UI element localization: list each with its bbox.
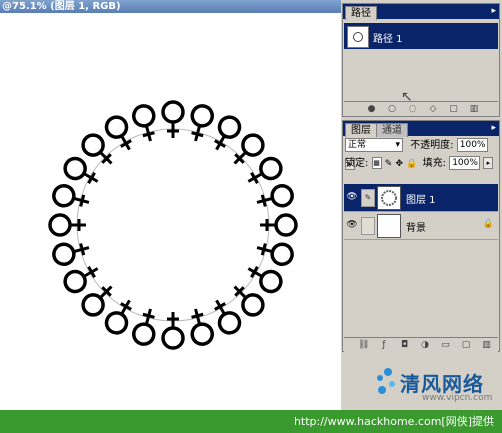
tab-channels[interactable]: 通道	[376, 123, 408, 137]
lock-move-icon[interactable]: ✥	[395, 159, 403, 169]
fill-path-icon[interactable]: ●	[366, 104, 377, 114]
eye-icon[interactable]: 👁	[346, 191, 358, 203]
layers-tabbar: 图层 通道 ▸	[343, 121, 499, 137]
female-symbol	[260, 213, 298, 237]
load-selection-icon[interactable]: ◌	[407, 104, 418, 114]
paths-footer: ● ○ ◌ ◇ ▢ ▥	[344, 101, 498, 116]
delete-path-icon[interactable]: ▥	[469, 104, 480, 114]
tab-paths[interactable]: 路径	[345, 6, 377, 20]
lock-row: 锁定: ▦ ✎ ✥ 🔒 填充: 100% ▸	[345, 154, 494, 173]
make-workpath-icon[interactable]: ◇	[428, 104, 439, 114]
layer-style-icon[interactable]: ƒ	[379, 340, 390, 350]
female-symbol	[48, 213, 86, 237]
female-symbol	[132, 104, 156, 142]
stroke-path-icon[interactable]: ○	[387, 104, 398, 114]
path-thumbnail	[347, 26, 369, 48]
lock-label: 锁定:	[345, 158, 369, 169]
lock-brush-icon[interactable]: ✎	[385, 159, 393, 169]
path-item[interactable]: 路径 1	[344, 23, 498, 49]
adjustment-layer-icon[interactable]: ◑	[420, 340, 431, 350]
watermark-url: www.vipcn.com	[422, 393, 493, 403]
layer-row-background[interactable]: 👁 背景 🔒	[344, 212, 498, 240]
layer-mask-icon[interactable]: ◘	[399, 340, 410, 350]
link-box-icon[interactable]	[361, 217, 375, 235]
blend-mode-value: 正常	[348, 140, 367, 150]
female-symbol	[161, 312, 185, 350]
paths-tabbar: 路径 ▸	[343, 4, 499, 20]
female-symbol	[190, 308, 214, 346]
layer-row-layer1[interactable]: 👁 ✎ 图层 1	[344, 184, 498, 212]
new-layer-icon[interactable]: ▢	[461, 340, 472, 350]
female-symbol	[161, 100, 185, 138]
female-symbol	[52, 184, 90, 208]
footer-credit: http://www.hackhome.com[网侠]提供	[0, 410, 502, 433]
canvas[interactable]	[0, 13, 341, 410]
eye-icon[interactable]: 👁	[346, 219, 358, 231]
fill-slider-button[interactable]: ▸	[483, 157, 494, 169]
opacity-input[interactable]: 100%	[456, 138, 488, 152]
chevron-down-icon: ▾	[395, 140, 400, 150]
lock-all-icon[interactable]: 🔒	[406, 159, 417, 169]
layer-name: 图层 1	[406, 195, 436, 206]
palette-menu-icon[interactable]: ▸	[491, 123, 496, 133]
palette-menu-icon[interactable]: ▸	[491, 6, 496, 16]
layer-thumbnail	[377, 186, 401, 210]
lock-icon: 🔒	[482, 219, 494, 229]
layers-footer: ⛓ ƒ ◘ ◑ ▭ ▢ ▥	[344, 337, 498, 352]
fill-label: 填充:	[422, 158, 446, 169]
female-symbol	[256, 242, 294, 266]
layer-thumbnail	[377, 214, 401, 238]
delete-layer-icon[interactable]: ▥	[481, 340, 492, 350]
blend-mode-select[interactable]: 正常 ▾	[345, 138, 403, 152]
lock-transparency-icon[interactable]: ▦	[371, 157, 382, 169]
female-symbol	[256, 184, 294, 208]
brush-link-icon[interactable]: ✎	[361, 189, 375, 207]
tab-layers[interactable]: 图层	[345, 123, 377, 137]
path-item-label: 路径 1	[373, 34, 403, 45]
new-path-icon[interactable]: ▢	[448, 104, 459, 114]
symbol-ring-artwork	[48, 100, 298, 350]
female-symbol	[132, 308, 156, 346]
new-group-icon[interactable]: ▭	[440, 340, 451, 350]
layer-thumbnail-ring-icon	[381, 190, 397, 206]
layer-name: 背景	[406, 223, 426, 234]
opacity-label: 不透明度:	[410, 140, 454, 151]
paths-palette: 路径 ▸ 路径 1 ↖ ● ○ ◌ ◇ ▢ ▥	[342, 3, 500, 117]
document-title-bar[interactable]: @75.1% (图层 1, RGB)	[0, 0, 343, 13]
female-symbol	[52, 242, 90, 266]
fill-input[interactable]: 100%	[449, 156, 481, 170]
layers-palette: 图层 通道 ▸ 正常 ▾ 不透明度: 100% ▸ 锁定: ▦ ✎ ✥ 🔒 填充…	[342, 120, 500, 352]
blend-row: 正常 ▾ 不透明度: 100% ▸	[345, 136, 499, 170]
link-icon[interactable]: ⛓	[358, 340, 369, 350]
female-symbol	[190, 104, 214, 142]
